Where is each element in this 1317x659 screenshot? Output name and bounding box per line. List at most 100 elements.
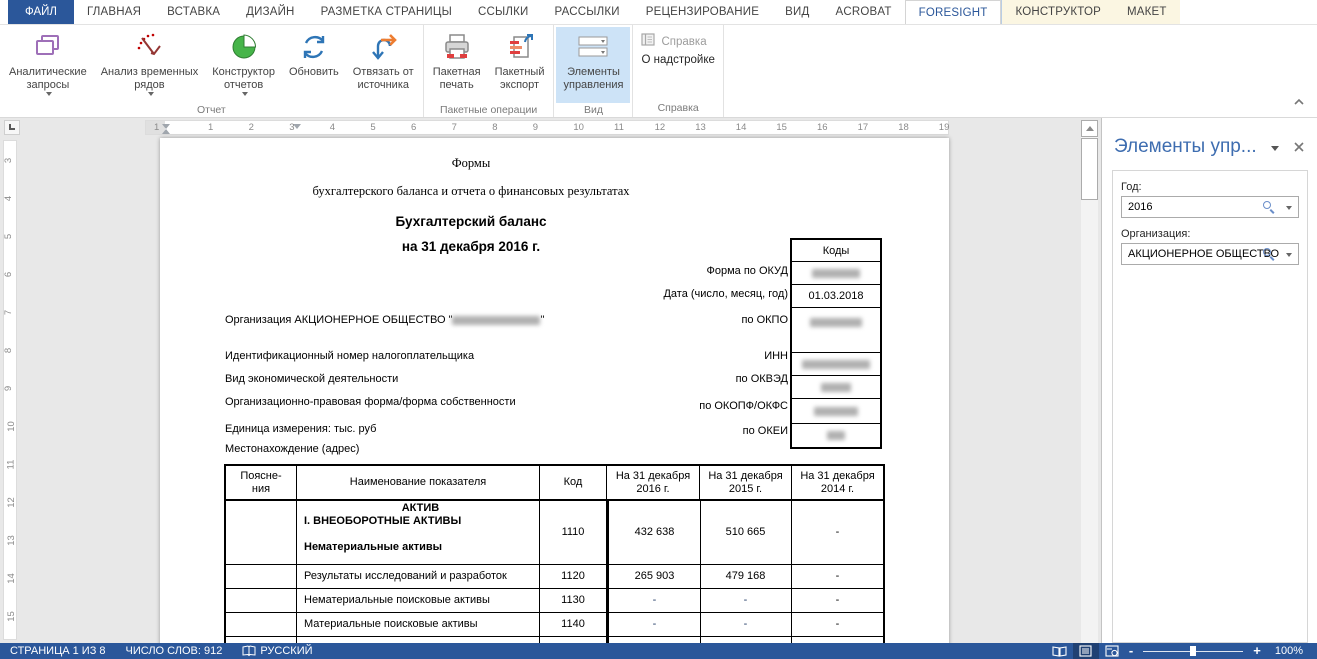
tab-review[interactable]: РЕЦЕНЗИРОВАНИЕ [633,0,772,24]
search-icon[interactable] [1263,248,1276,261]
ruler-number: 8 [3,348,14,353]
batch-print-button[interactable]: Пакетная печать [426,27,488,103]
ruler-number: 17 [858,122,869,133]
time-series-analysis-button[interactable]: Анализ временных рядов [94,27,206,103]
tab-home[interactable]: ГЛАВНАЯ [74,0,154,24]
col-header-indicator: Наименование показателя [297,466,540,501]
table-cell-2015: - [700,589,792,613]
tab-design[interactable]: ДИЗАЙН [233,0,307,24]
zoom-out-button[interactable]: - [1125,644,1137,658]
tab-file[interactable]: ФАЙЛ [8,0,74,24]
scrollbar-thumb[interactable] [1081,138,1098,200]
read-mode-icon [1052,646,1067,657]
ruler-number: 12 [655,122,666,133]
tab-mailings[interactable]: РАССЫЛКИ [541,0,632,24]
ribbon-group-batch: Пакетная печать Пакетный экспорт Пакетны… [424,25,555,117]
controls-task-pane: Элементы упр... Год: 2016 Организация: А… [1101,118,1317,643]
ruler-number: 4 [330,122,335,133]
table-cell-2014: - [792,613,883,637]
table-cell-code: 1120 [540,565,607,589]
ruler-number: 19 [939,122,950,133]
tab-page-layout[interactable]: РАЗМЕТКА СТРАНИЦЫ [308,0,465,24]
zoom-in-button[interactable]: + [1249,644,1265,658]
search-icon[interactable] [1263,201,1276,214]
table-cell-2016: 432 638 [607,501,701,565]
pane-close-button[interactable] [1293,140,1305,158]
report-designer-button[interactable]: Конструктор отчетов [205,27,282,103]
codes-table: Коды 01.03.2018 [790,238,882,449]
chevron-down-icon[interactable] [1286,206,1292,210]
collapse-ribbon-button[interactable] [1293,93,1305,111]
controls-toggle-button[interactable]: Элементы управления [556,27,630,103]
doc-title-line2: бухгалтерского баланса и отчета о финанс… [224,184,718,199]
ruler-number: 6 [3,272,14,277]
task-pane-title: Элементы упр... [1114,136,1257,158]
ruler-number: 8 [492,122,497,133]
chevron-down-icon[interactable] [1286,253,1292,257]
group-label-help: Справка [635,101,720,117]
report-designer-icon [227,30,261,64]
refresh-icon [297,30,331,64]
horizontal-ruler[interactable]: 112345678910111213141516171819 [145,120,949,135]
ruler-number: 4 [3,196,14,201]
tab-references[interactable]: ССЫЛКИ [465,0,542,24]
refresh-button[interactable]: Обновить [282,27,346,103]
ribbon-tab-bar: ФАЙЛ ГЛАВНАЯ ВСТАВКА ДИЗАЙН РАЗМЕТКА СТР… [0,0,1317,25]
table-cell [226,589,297,613]
organization-combobox[interactable]: АКЦИОНЕРНОЕ ОБЩЕСТВО [1121,243,1299,265]
info-line-inn: Идентификационный номер налогоплательщик… [225,350,474,362]
about-addin-button[interactable]: О надстройке [641,54,714,66]
ruler-number: 14 [736,122,747,133]
status-bar: СТРАНИЦА 1 ИЗ 8 ЧИСЛО СЛОВ: 912 РУССКИЙ [0,643,1317,659]
table-cell [226,565,297,589]
vertical-ruler[interactable]: 3456789101112131415 [3,140,17,640]
codes-value-okei [792,424,880,447]
org-name-redacted [452,316,540,325]
unlink-source-button[interactable]: Отвязать от источника [346,27,421,103]
tab-insert[interactable]: ВСТАВКА [154,0,233,24]
document-scrollbar[interactable] [1081,120,1098,643]
col-header-notes: Поясне- ния [226,466,297,501]
tab-table-layout[interactable]: МАКЕТ [1114,0,1180,24]
help-button[interactable]: Справка [641,33,714,50]
word-count[interactable]: ЧИСЛО СЛОВ: 912 [116,643,233,659]
ruler-number: 13 [695,122,706,133]
time-series-icon [132,30,166,64]
scroll-up-button[interactable] [1081,120,1098,137]
proofing-status[interactable]: РУССКИЙ [232,643,322,659]
tab-view[interactable]: ВИД [772,0,822,24]
info-line-activity: Вид экономической деятельности [225,373,398,385]
ruler-number: 11 [614,122,624,133]
zoom-slider[interactable] [1143,643,1243,659]
analytic-queries-button[interactable]: Аналитические запросы [2,27,94,103]
table-cell-2015: 479 168 [700,565,792,589]
pane-menu-caret-icon[interactable] [1271,146,1279,151]
hanging-indent-marker[interactable] [162,129,170,134]
ruler-number: 2 [249,122,254,133]
read-mode-button[interactable] [1047,643,1073,659]
page-indicator[interactable]: СТРАНИЦА 1 ИЗ 8 [0,643,116,659]
tab-table-design[interactable]: КОНСТРУКТОР [1002,0,1114,24]
web-layout-button[interactable] [1099,643,1125,659]
codes-header: Коды [792,240,880,262]
tab-stop-selector[interactable] [4,120,20,135]
ribbon-group-help: Справка О надстройке Справка [633,25,723,117]
col-header-2015: На 31 декабря 2015 г. [700,466,792,501]
zoom-slider-thumb[interactable] [1190,646,1196,656]
table-cell-2016: 265 903 [607,565,701,589]
document-page[interactable]: Формы бухгалтерского баланса и отчета о … [160,138,949,643]
print-layout-button[interactable] [1073,643,1099,659]
year-combobox[interactable]: 2016 [1121,196,1299,218]
table-cell-2016: - [607,589,701,613]
table-cell-2014: - [792,589,883,613]
tab-foresight-active[interactable]: FORESIGHT [905,0,1002,24]
year-label: Год: [1121,181,1299,193]
table-cell-2014: - [792,501,883,565]
table-row-name: Материальные поисковые активы [297,613,540,637]
table-cell-2015: - [700,613,792,637]
info-line-units: Единица измерения: тыс. руб [225,423,376,435]
ruler-number: 10 [573,122,584,133]
batch-export-button[interactable]: Пакетный экспорт [488,27,552,103]
tab-acrobat[interactable]: ACROBAT [822,0,904,24]
zoom-level[interactable]: 100% [1265,643,1317,659]
